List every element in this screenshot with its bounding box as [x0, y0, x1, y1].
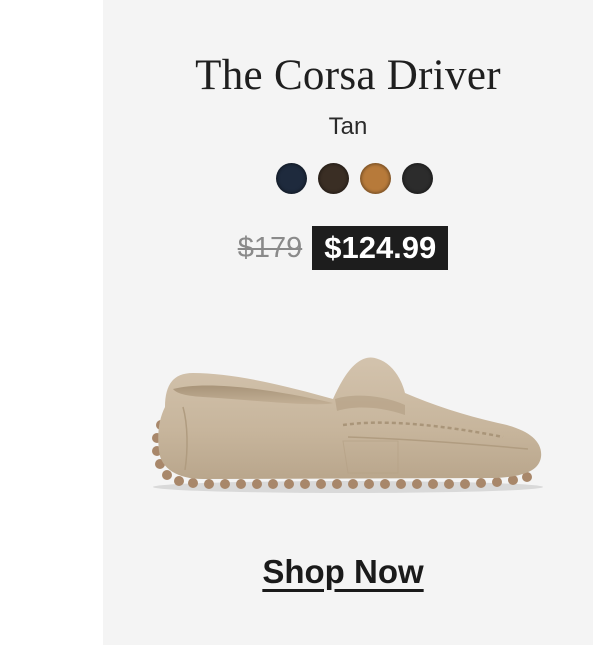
swatch-black[interactable] [401, 163, 433, 194]
selected-color-name: Tan [328, 113, 368, 140]
right-gutter [593, 0, 600, 653]
swatch-navy[interactable] [275, 163, 307, 194]
swatch-dark-brown[interactable] [317, 163, 349, 194]
original-price: $179 [237, 231, 303, 264]
shoe-image[interactable] [143, 345, 553, 505]
sale-price: $124.99 [312, 226, 449, 270]
color-swatches [109, 163, 599, 194]
shop-now-link[interactable]: Shop Now [262, 553, 423, 590]
swatch-tan[interactable] [359, 163, 391, 194]
product-card: The Corsa Driver Tan $179 $124.99 Shop N… [103, 0, 593, 645]
price-row: $179 $124.99 [98, 226, 588, 270]
shop-now-link-wrap: Shop Now [98, 553, 588, 591]
shoe-upper [158, 357, 542, 479]
product-title: The Corsa Driver [195, 52, 501, 99]
